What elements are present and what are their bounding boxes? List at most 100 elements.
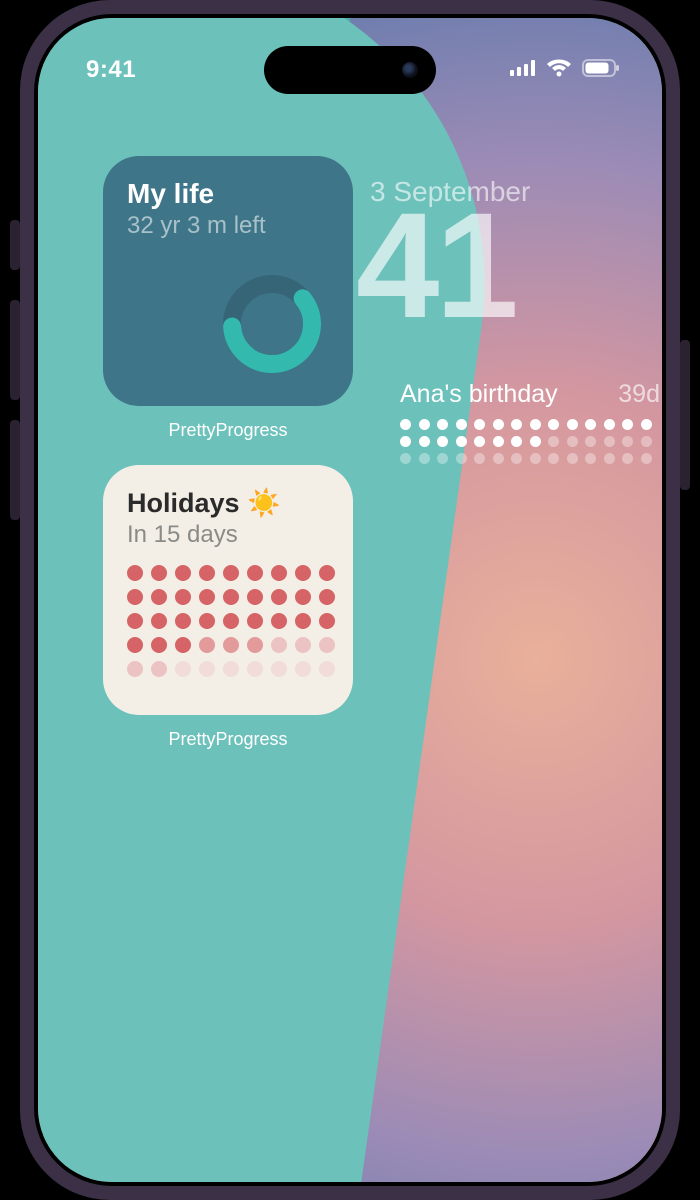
lockwidget-remaining: 39d [618, 380, 660, 409]
holidays-dot [295, 637, 311, 653]
holidays-dot [151, 565, 167, 581]
lockwidget-dot [622, 453, 633, 464]
holidays-dot [127, 589, 143, 605]
holidays-dot [127, 565, 143, 581]
phone-bezel: 9:41 [34, 14, 666, 1186]
lockwidget-dot [548, 453, 559, 464]
widget-holidays-subtitle: In 15 days [127, 521, 329, 549]
holidays-dot [127, 661, 143, 677]
lockwidget-dot [400, 453, 411, 464]
lockwidget-dot [419, 436, 430, 447]
holidays-dot [175, 661, 191, 677]
holidays-dot [319, 565, 335, 581]
lockwidget-dot [400, 436, 411, 447]
holidays-dot [127, 637, 143, 653]
battery-icon [582, 59, 620, 82]
holidays-dot [247, 637, 263, 653]
lockwidget-dot [585, 453, 596, 464]
sun-icon: ☀️ [247, 488, 281, 518]
status-time: 9:41 [86, 56, 136, 84]
lockwidget-dot [641, 453, 652, 464]
holidays-dot [223, 565, 239, 581]
lockwidget-dot [493, 419, 504, 430]
lockwidget-dot [437, 436, 448, 447]
lockwidget-dot [530, 436, 541, 447]
phone-silent-switch [10, 220, 20, 270]
status-bar: 9:41 [38, 48, 662, 92]
holidays-dot [223, 613, 239, 629]
lockscreen-widget[interactable]: Ana's birthday 39d [400, 380, 660, 464]
lockwidget-dots [400, 419, 662, 464]
holidays-dot [295, 589, 311, 605]
holidays-dot [247, 613, 263, 629]
holidays-dot [271, 613, 287, 629]
lockwidget-dot [437, 419, 448, 430]
holidays-dot [247, 589, 263, 605]
widget-mylife[interactable]: My life 32 yr 3 m left [103, 156, 353, 406]
progress-ring-icon [217, 269, 327, 384]
lockwidget-dot [474, 436, 485, 447]
lockwidget-dot [474, 453, 485, 464]
lockwidget-dot [604, 436, 615, 447]
lockwidget-dot [511, 436, 522, 447]
lockwidget-dot [419, 453, 430, 464]
holidays-dot [271, 637, 287, 653]
holidays-dot [151, 613, 167, 629]
lockwidget-dot [493, 453, 504, 464]
lockwidget-dot [456, 436, 467, 447]
phone-volume-down [10, 420, 20, 520]
lockwidget-dot [604, 453, 615, 464]
holidays-dot [175, 637, 191, 653]
holidays-dot [199, 661, 215, 677]
holidays-dot [151, 661, 167, 677]
holidays-dot [319, 637, 335, 653]
phone-frame: 9:41 [20, 0, 680, 1200]
lockwidget-dot [641, 419, 652, 430]
homescreen-widgets: My life 32 yr 3 m left PrettyProgress Ho… [98, 156, 358, 774]
lockwidget-dot [400, 419, 411, 430]
holidays-dot [175, 565, 191, 581]
lockscreen-time: 41 [356, 190, 515, 340]
holidays-dot [151, 637, 167, 653]
holidays-dot [271, 589, 287, 605]
lockwidget-dot [548, 436, 559, 447]
holidays-dot [199, 613, 215, 629]
lockwidget-dot [511, 419, 522, 430]
lockwidget-dot [567, 453, 578, 464]
wifi-icon [546, 59, 572, 82]
lockwidget-dot [437, 453, 448, 464]
holidays-dot [223, 589, 239, 605]
widget-holidays[interactable]: Holidays ☀️ In 15 days [103, 465, 353, 715]
holidays-dot [319, 589, 335, 605]
lockwidget-dot [456, 419, 467, 430]
holidays-dot [247, 565, 263, 581]
phone-volume-up [10, 300, 20, 400]
widget-holidays-title-text: Holidays [127, 488, 240, 518]
holidays-dot [175, 613, 191, 629]
widget-mylife-subtitle: 32 yr 3 m left [127, 212, 329, 240]
cellular-icon [510, 60, 536, 81]
widget-caption-2: PrettyProgress [168, 729, 287, 750]
lockwidget-dot [622, 436, 633, 447]
lockwidget-dot [530, 419, 541, 430]
lockwidget-title: Ana's birthday [400, 380, 558, 409]
holidays-dot [199, 589, 215, 605]
widget-holidays-dots [127, 565, 329, 677]
lockwidget-dot [456, 453, 467, 464]
holidays-dot [223, 637, 239, 653]
lockwidget-dot [604, 419, 615, 430]
holidays-dot [199, 637, 215, 653]
holidays-dot [247, 661, 263, 677]
phone-screen[interactable]: 9:41 [38, 18, 662, 1182]
holidays-dot [271, 565, 287, 581]
holidays-dot [319, 613, 335, 629]
lockwidget-dot [585, 436, 596, 447]
holidays-dot [223, 661, 239, 677]
holidays-dot [295, 661, 311, 677]
holidays-dot [199, 565, 215, 581]
lockwidget-dot [585, 419, 596, 430]
lockwidget-dot [530, 453, 541, 464]
lockwidget-dot [511, 453, 522, 464]
lockwidget-dot [567, 419, 578, 430]
holidays-dot [271, 661, 287, 677]
